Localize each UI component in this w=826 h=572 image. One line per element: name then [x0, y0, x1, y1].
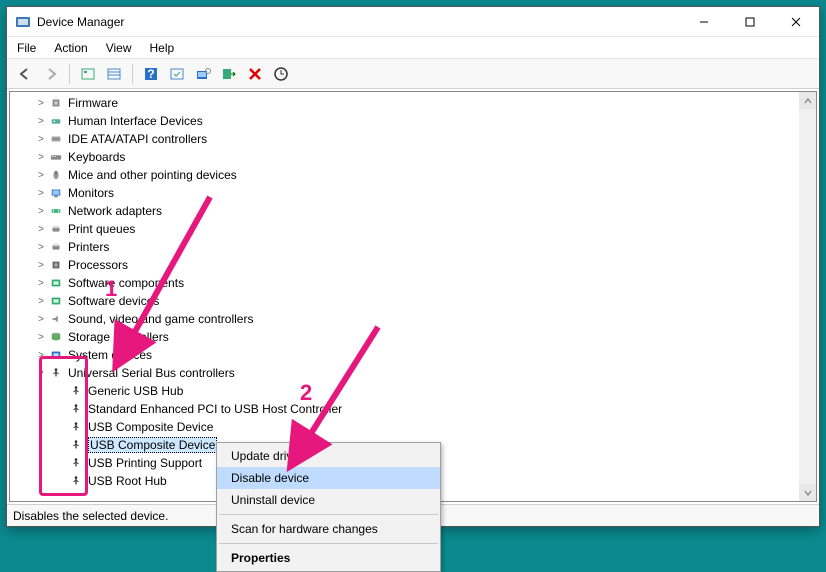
device-label: Generic USB Hub [88, 384, 183, 398]
monitor-icon [48, 186, 64, 200]
scan-button[interactable] [191, 62, 215, 86]
mouse-icon [48, 168, 64, 182]
help-button[interactable]: ? [139, 62, 163, 86]
arrow-1-icon [100, 192, 220, 382]
arrow-2-icon [278, 322, 388, 482]
chevron-right-icon[interactable]: > [34, 332, 48, 343]
tree-category[interactable]: > IDE ATA/ATAPI controllers [16, 130, 816, 148]
tree-category[interactable]: > Mice and other pointing devices [16, 166, 816, 184]
chevron-right-icon[interactable]: > [34, 242, 48, 253]
sound-icon [48, 312, 64, 326]
category-label: Human Interface Devices [68, 114, 203, 128]
net-icon [48, 204, 64, 218]
cpu-icon [48, 258, 64, 272]
chevron-right-icon[interactable]: > [34, 296, 48, 307]
context-properties[interactable]: Properties [217, 547, 440, 569]
menu-action[interactable]: Action [54, 41, 87, 55]
menu-separator [219, 514, 438, 515]
device-label-selected: USB Composite Device [88, 437, 217, 453]
close-button[interactable] [773, 7, 819, 37]
chevron-right-icon[interactable]: > [34, 278, 48, 289]
select-columns-button[interactable] [102, 62, 126, 86]
sw-icon [48, 276, 64, 290]
category-label: Keyboards [68, 150, 125, 164]
scroll-down-icon[interactable] [799, 484, 816, 501]
scrollbar[interactable] [799, 92, 816, 501]
chevron-right-icon[interactable]: > [34, 224, 48, 235]
tree-device[interactable]: Generic USB Hub [16, 382, 816, 400]
device-label: USB Root Hub [88, 474, 167, 488]
enable-button[interactable] [217, 62, 241, 86]
menu-separator [219, 543, 438, 544]
chevron-right-icon[interactable]: > [34, 116, 48, 127]
context-uninstall-device[interactable]: Uninstall device [217, 489, 440, 511]
app-icon [15, 14, 31, 30]
chevron-right-icon[interactable]: > [34, 188, 48, 199]
device-label: USB Printing Support [88, 456, 202, 470]
ide-icon [48, 132, 64, 146]
chevron-right-icon[interactable]: > [34, 206, 48, 217]
svg-text:?: ? [147, 67, 154, 81]
window-controls [681, 7, 819, 36]
printer-icon [48, 222, 64, 236]
tree-device[interactable]: Standard Enhanced PCI to USB Host Contro… [16, 400, 816, 418]
sw-icon [48, 294, 64, 308]
category-label: Firmware [68, 96, 118, 110]
tree-category[interactable]: > Human Interface Devices [16, 112, 816, 130]
menu-file[interactable]: File [17, 41, 36, 55]
toolbar: ? [7, 59, 819, 89]
update-driver-button[interactable] [269, 62, 293, 86]
keyboard-icon [48, 150, 64, 164]
chevron-right-icon[interactable]: > [34, 98, 48, 109]
menu-view[interactable]: View [106, 41, 132, 55]
device-label: USB Composite Device [88, 420, 213, 434]
back-button[interactable] [13, 62, 37, 86]
hid-icon [48, 114, 64, 128]
window-title: Device Manager [37, 15, 681, 29]
category-label: IDE ATA/ATAPI controllers [68, 132, 207, 146]
chip-icon [48, 96, 64, 110]
chevron-right-icon[interactable]: > [34, 314, 48, 325]
scroll-up-icon[interactable] [799, 92, 816, 109]
menu-help[interactable]: Help [150, 41, 175, 55]
show-hidden-button[interactable] [76, 62, 100, 86]
action-button[interactable] [165, 62, 189, 86]
chevron-right-icon[interactable]: > [34, 152, 48, 163]
category-label: Mice and other pointing devices [68, 168, 237, 182]
chevron-right-icon[interactable]: > [34, 260, 48, 271]
titlebar: Device Manager [7, 7, 819, 37]
tree-category[interactable]: > Keyboards [16, 148, 816, 166]
status-text: Disables the selected device. [13, 509, 168, 523]
menubar: File Action View Help [7, 37, 819, 59]
chevron-right-icon[interactable]: > [34, 134, 48, 145]
disable-button[interactable] [243, 62, 267, 86]
chevron-right-icon[interactable]: > [34, 170, 48, 181]
tree-category[interactable]: > Firmware [16, 94, 816, 112]
tree-device[interactable]: USB Composite Device [16, 418, 816, 436]
context-scan-hardware[interactable]: Scan for hardware changes [217, 518, 440, 540]
printer-icon [48, 240, 64, 254]
minimize-button[interactable] [681, 7, 727, 37]
highlight-box [39, 356, 88, 496]
maximize-button[interactable] [727, 7, 773, 37]
forward-button[interactable] [39, 62, 63, 86]
storage-icon [48, 330, 64, 344]
